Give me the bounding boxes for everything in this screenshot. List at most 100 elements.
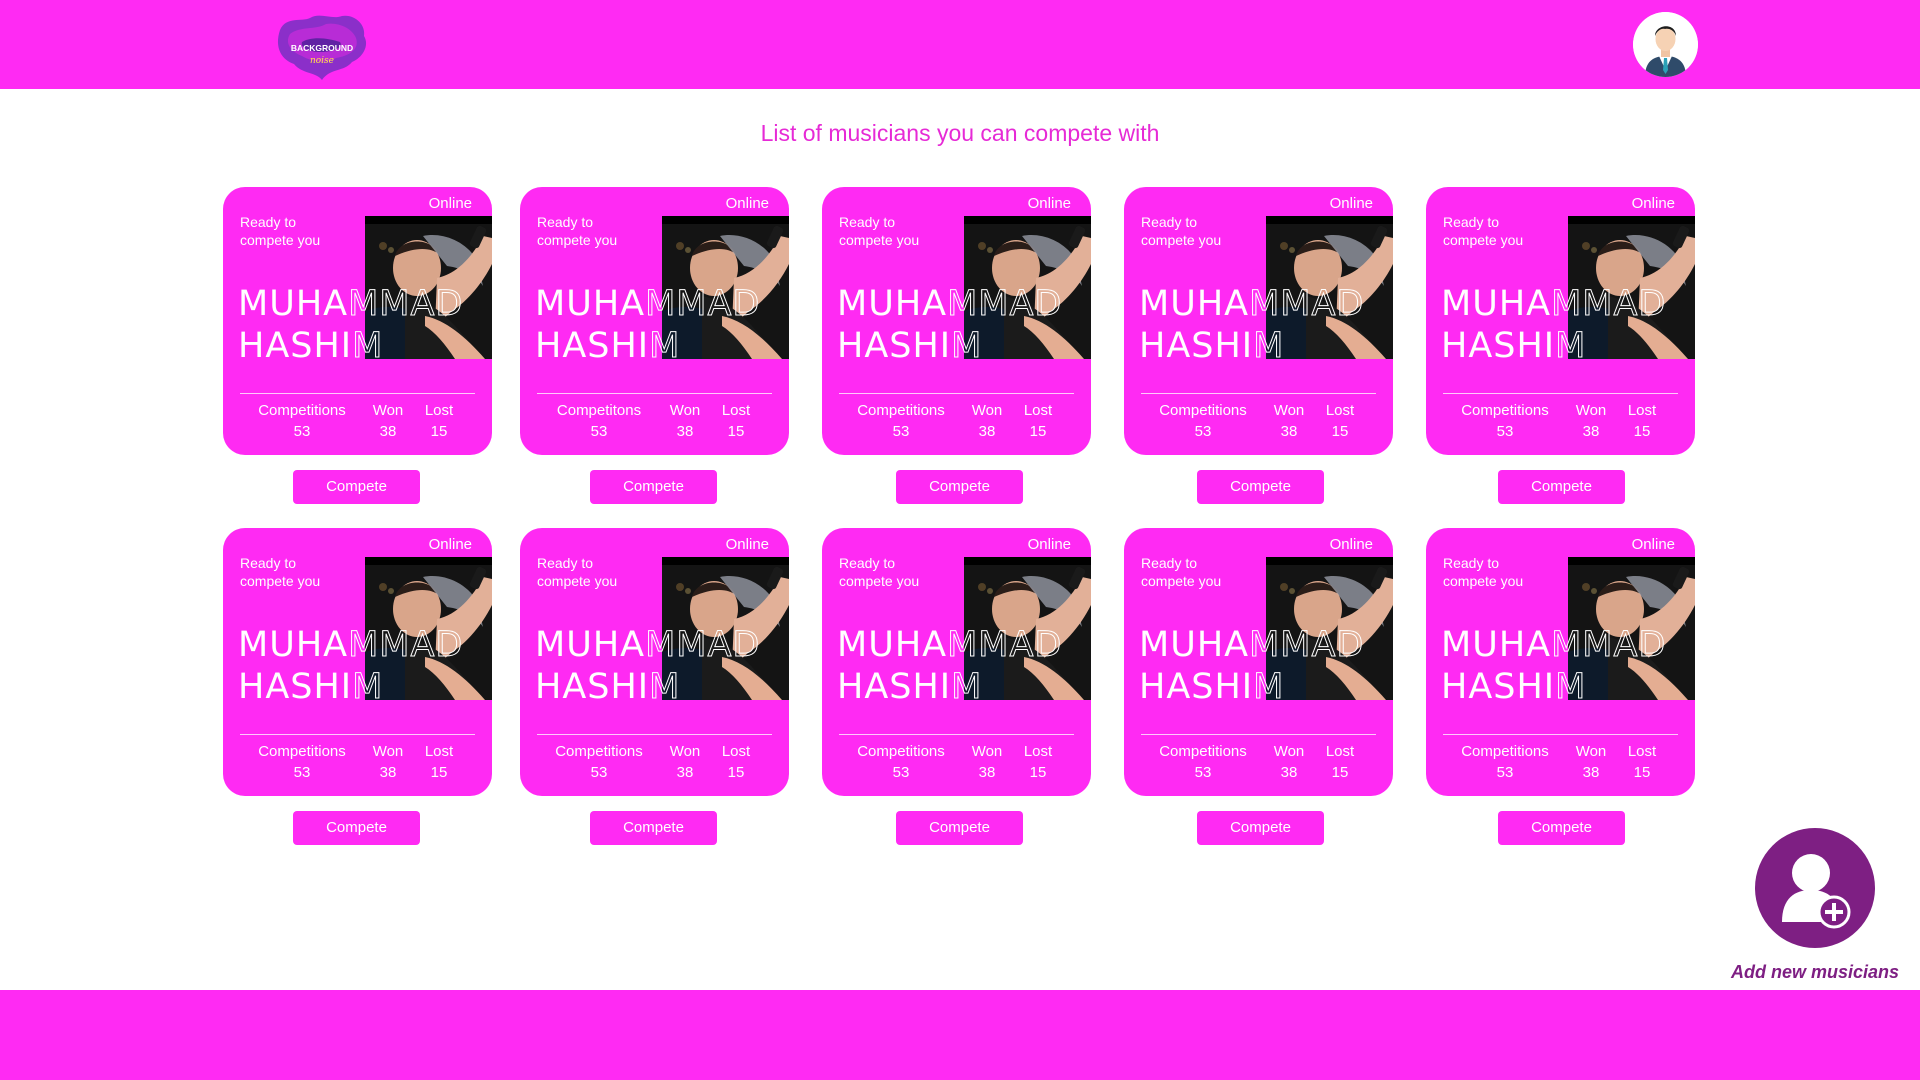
ready-text: Ready to compete you <box>240 555 321 589</box>
musician-card[interactable]: Online Ready to compete you MUHAMMAD HAS… <box>520 528 789 796</box>
won-stat: Won 38 <box>1269 741 1309 783</box>
name-line1-right: MMAD <box>947 625 1063 666</box>
name-line2-left: HASHI <box>1139 326 1254 366</box>
footer <box>0 990 1920 1080</box>
name-line2-left: HASHI <box>535 326 650 366</box>
competitions-value: 53 <box>293 764 311 781</box>
online-status: Online <box>428 195 472 212</box>
lost-stat: Lost 15 <box>1018 400 1058 442</box>
competitions-value: 53 <box>1496 764 1514 781</box>
compete-button[interactable]: Compete <box>293 470 420 504</box>
competitions-label: Competitions <box>258 402 346 419</box>
competitions-value: 53 <box>892 423 910 440</box>
competitions-label: Competitions <box>555 743 643 760</box>
lost-value: 15 <box>727 423 745 440</box>
musician-grid: Online Ready to compete you MUHAMMAD HAS… <box>0 0 1920 1080</box>
musician-card[interactable]: Online Ready to compete you MUHAMMAD HAS… <box>1426 187 1695 455</box>
lost-value: 15 <box>430 764 448 781</box>
lost-label: Lost <box>1023 402 1053 419</box>
competitions-label: Competitions <box>857 402 945 419</box>
name-line2-left: HASHI <box>837 326 952 366</box>
compete-button[interactable]: Compete <box>293 811 420 845</box>
competitions-stat: Competitions 53 <box>1158 741 1248 783</box>
won-value: 38 <box>978 423 996 440</box>
won-value: 38 <box>676 423 694 440</box>
musician-card[interactable]: Online Ready to compete you MUHAMMAD HAS… <box>822 187 1091 455</box>
musician-card[interactable]: Online Ready to compete you MUHAMMAD HAS… <box>1124 187 1393 455</box>
competitions-value: 53 <box>1496 423 1514 440</box>
online-status: Online <box>1027 195 1071 212</box>
competitions-label: Competitions <box>1159 743 1247 760</box>
name-line2-right: M <box>1253 326 1285 367</box>
card-divider <box>1443 734 1678 735</box>
name-line2-left: HASHI <box>837 667 952 707</box>
compete-button[interactable]: Compete <box>1197 811 1324 845</box>
lost-stat: Lost 15 <box>1320 741 1360 783</box>
competitions-value: 53 <box>293 423 311 440</box>
online-status: Online <box>428 536 472 553</box>
name-line2-right: M <box>649 667 681 708</box>
lost-value: 15 <box>1633 764 1651 781</box>
musician-card[interactable]: Online Ready to compete you MUHAMMAD HAS… <box>1426 528 1695 796</box>
musician-name: MUHAMMAD HASHIM <box>837 624 1062 708</box>
musician-card[interactable]: Online Ready to compete you MUHAMMAD HAS… <box>223 528 492 796</box>
competitions-value: 53 <box>590 764 608 781</box>
competitions-value: 53 <box>1194 764 1212 781</box>
ready-text: Ready to compete you <box>1443 555 1524 589</box>
musician-card[interactable]: Online Ready to compete you MUHAMMAD HAS… <box>822 528 1091 796</box>
name-line1-right: MMAD <box>645 284 761 325</box>
compete-button[interactable]: Compete <box>1197 470 1324 504</box>
lost-label: Lost <box>424 743 454 760</box>
competitions-stat: Competitions 53 <box>856 741 946 783</box>
online-status: Online <box>1329 536 1373 553</box>
compete-button[interactable]: Compete <box>1498 811 1625 845</box>
lost-value: 15 <box>1331 423 1349 440</box>
name-line1-right: MMAD <box>645 625 761 666</box>
competitions-label: Competitions <box>258 743 346 760</box>
lost-stat: Lost 15 <box>1622 400 1662 442</box>
online-status: Online <box>1631 195 1675 212</box>
won-label: Won <box>669 743 701 760</box>
compete-button[interactable]: Compete <box>590 470 717 504</box>
lost-value: 15 <box>1029 423 1047 440</box>
compete-button[interactable]: Compete <box>1498 470 1625 504</box>
competitions-label: Competitions <box>1461 743 1549 760</box>
won-value: 38 <box>379 423 397 440</box>
lost-stat: Lost 15 <box>716 741 756 783</box>
lost-label: Lost <box>721 402 751 419</box>
compete-button[interactable]: Compete <box>896 470 1023 504</box>
name-line1-left: MUHA <box>1139 284 1250 324</box>
compete-button[interactable]: Compete <box>896 811 1023 845</box>
won-value: 38 <box>978 764 996 781</box>
name-line2-left: HASHI <box>1139 667 1254 707</box>
won-stat: Won 38 <box>967 741 1007 783</box>
online-status: Online <box>1631 536 1675 553</box>
lost-stat: Lost 15 <box>716 400 756 442</box>
card-divider <box>1141 734 1376 735</box>
lost-stat: Lost 15 <box>1320 400 1360 442</box>
won-label: Won <box>669 402 701 419</box>
name-line1-left: MUHA <box>1139 625 1250 665</box>
won-label: Won <box>372 743 404 760</box>
musician-card[interactable]: Online Ready to compete you MUHAMMAD HAS… <box>223 187 492 455</box>
lost-label: Lost <box>721 743 751 760</box>
online-status: Online <box>1027 536 1071 553</box>
won-stat: Won 38 <box>967 400 1007 442</box>
add-musician-button[interactable] <box>1755 828 1875 948</box>
compete-button[interactable]: Compete <box>590 811 717 845</box>
musician-card[interactable]: Online Ready to compete you MUHAMMAD HAS… <box>1124 528 1393 796</box>
name-line2-right: M <box>1555 326 1587 367</box>
lost-label: Lost <box>424 402 454 419</box>
name-line2-right: M <box>352 326 384 367</box>
musician-name: MUHAMMAD HASHIM <box>535 283 760 367</box>
card-divider <box>240 734 475 735</box>
won-stat: Won 38 <box>665 400 705 442</box>
competitions-value: 53 <box>892 764 910 781</box>
won-label: Won <box>1273 743 1305 760</box>
lost-value: 15 <box>430 423 448 440</box>
musician-card[interactable]: Online Ready to compete you MUHAMMAD HAS… <box>520 187 789 455</box>
won-value: 38 <box>1280 764 1298 781</box>
competitions-label: Competitions <box>857 743 945 760</box>
online-status: Online <box>725 536 769 553</box>
card-divider <box>839 393 1074 394</box>
